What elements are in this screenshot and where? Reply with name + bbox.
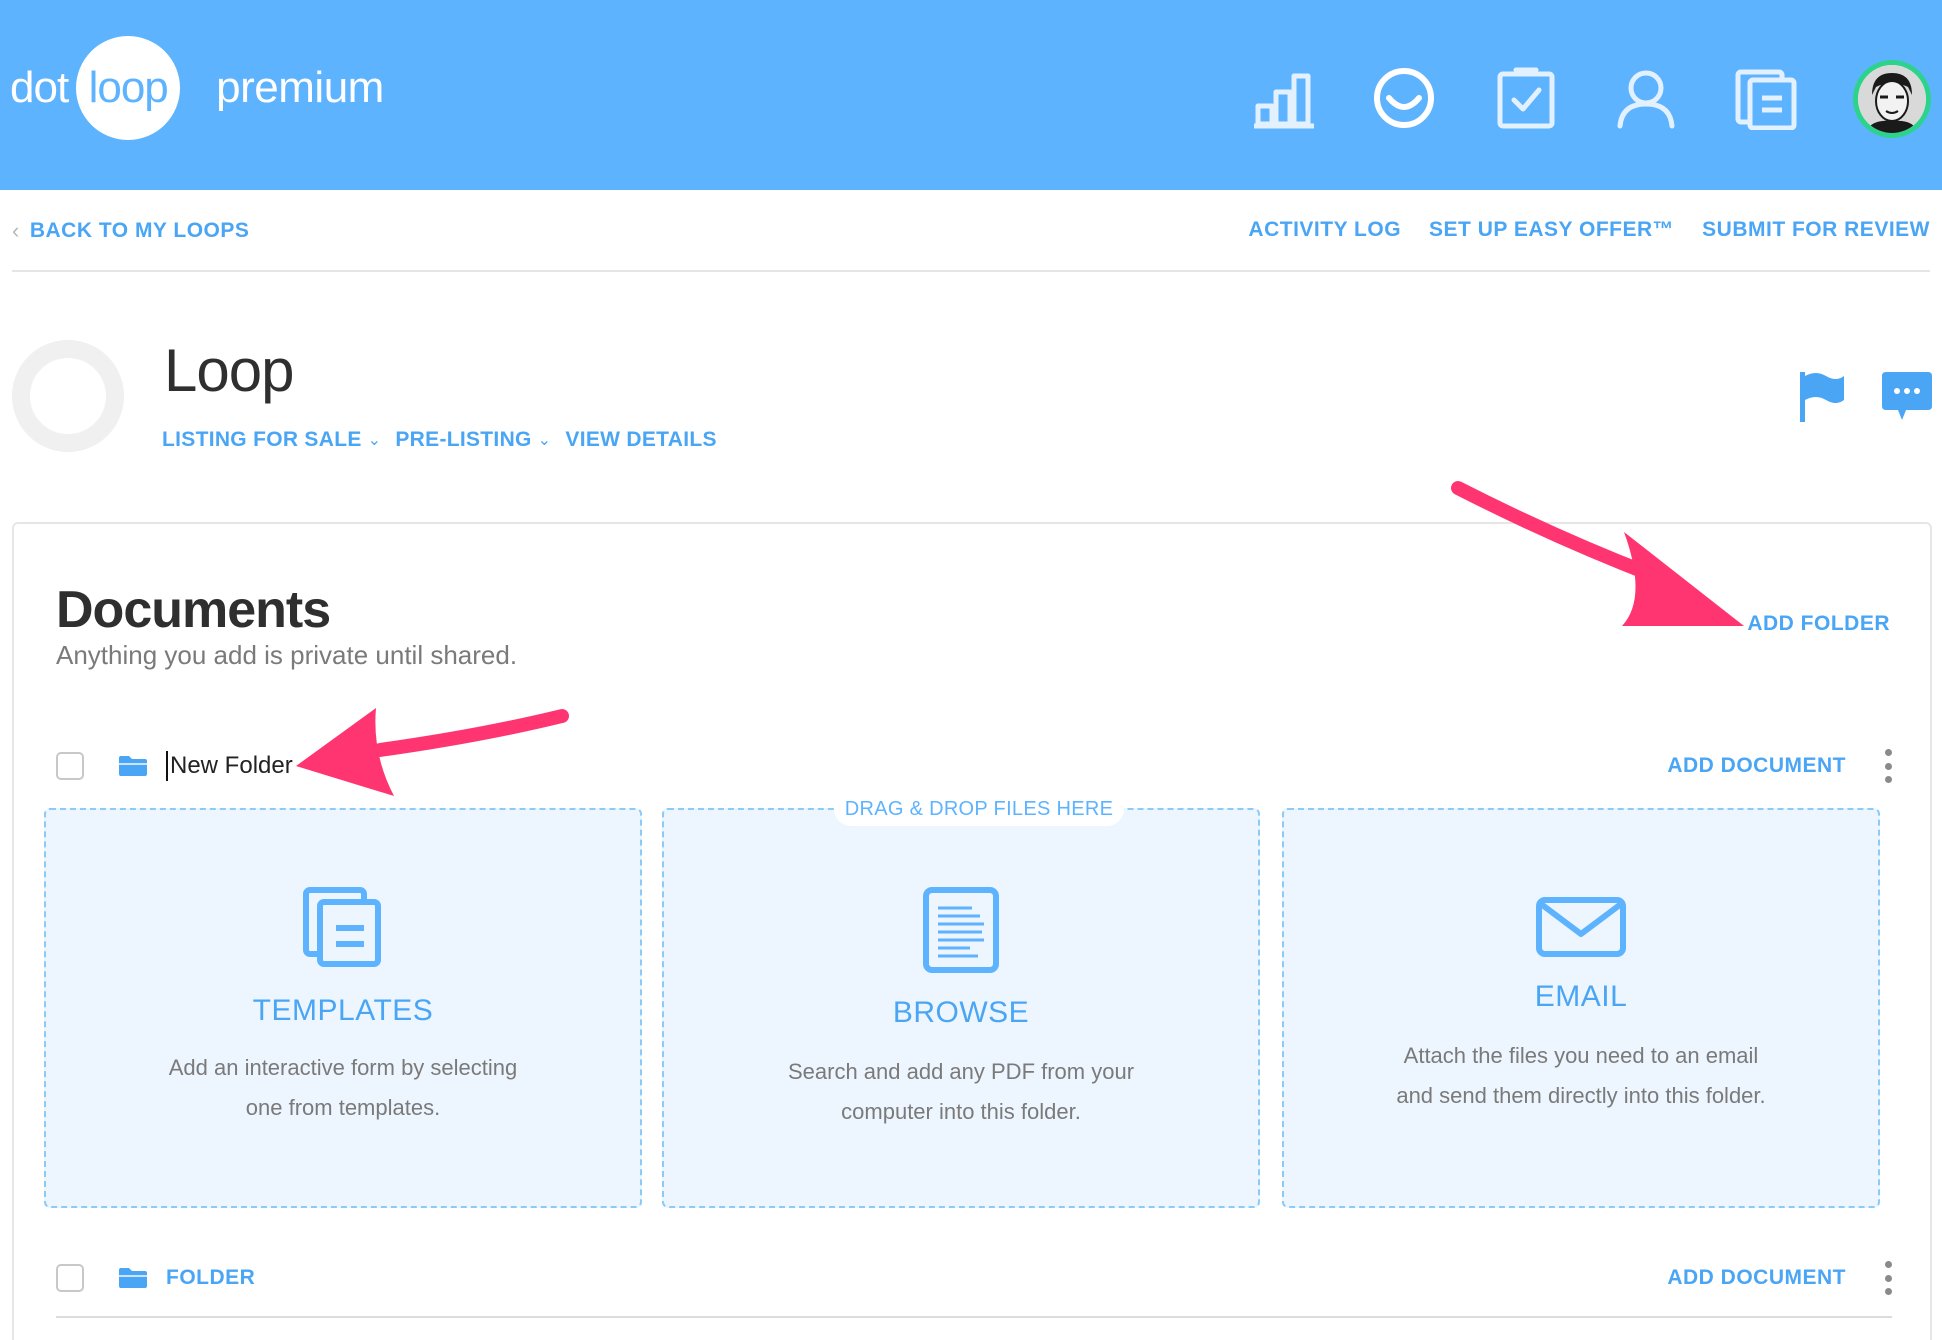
templates-icon — [303, 887, 381, 967]
activity-log-link[interactable]: ACTIVITY LOG — [1248, 218, 1401, 242]
templates-description: Add an interactive form by selecting one… — [86, 1048, 600, 1128]
sub-navigation: ‹ BACK TO MY LOOPS ACTIVITY LOG SET UP E… — [12, 212, 1930, 272]
email-card[interactable]: EMAIL Attach the files you need to an em… — [1282, 808, 1880, 1208]
flag-icon[interactable] — [1796, 368, 1846, 424]
email-desc-line-1: Attach the files you need to an email — [1403, 1043, 1759, 1068]
top-header: dot loop premium — [0, 0, 1942, 190]
user-icon[interactable] — [1614, 66, 1678, 130]
documents-icon[interactable] — [1734, 66, 1798, 131]
browse-card[interactable]: BROWSE Search and add any PDF from your … — [662, 808, 1260, 1208]
pre-listing-dropdown[interactable]: PRE-LISTING ⌄ — [395, 428, 551, 452]
view-details-link[interactable]: VIEW DETAILS — [565, 428, 716, 452]
avatar[interactable] — [1853, 60, 1931, 138]
folder-name-input[interactable]: New Folder — [166, 751, 293, 781]
back-to-loops-link[interactable]: ‹ BACK TO MY LOOPS — [12, 218, 249, 244]
app-root: dot loop premium ‹ BACK TO MY LOOPS ACTI… — [0, 0, 1942, 1340]
loop-status-ring — [12, 340, 124, 452]
add-document-button[interactable]: ADD DOCUMENT — [1667, 754, 1846, 778]
email-desc-line-2: and send them directly into this folder. — [1396, 1083, 1766, 1108]
logo-loop-circle: loop — [76, 36, 181, 140]
templates-desc-line-2: one from templates. — [245, 1095, 441, 1120]
browse-desc-line-1: Search and add any PDF from your — [787, 1059, 1135, 1084]
folder-checkbox[interactable] — [56, 1264, 84, 1292]
folder-name-label[interactable]: FOLDER — [166, 1266, 255, 1290]
email-title: EMAIL — [1534, 980, 1628, 1013]
browse-title: BROWSE — [892, 996, 1030, 1029]
dotloop-logo[interactable]: dot loop premium — [10, 36, 384, 140]
easy-offer-link[interactable]: SET UP EASY OFFER™ — [1429, 218, 1674, 242]
logo-premium-text: premium — [216, 63, 384, 112]
email-description: Attach the files you need to an email an… — [1324, 1036, 1838, 1116]
folder-icon — [119, 1268, 147, 1288]
chevron-down-icon: ⌄ — [367, 432, 382, 449]
view-details-label: VIEW DETAILS — [565, 428, 717, 451]
kebab-menu-icon[interactable] — [1884, 749, 1892, 783]
smile-icon[interactable] — [1372, 66, 1436, 130]
listing-for-sale-label: LISTING FOR SALE — [162, 428, 362, 451]
templates-title: TEMPLATES — [252, 994, 434, 1027]
chevron-down-icon: ⌄ — [537, 432, 552, 449]
folder-row: FOLDER ADD DOCUMENT — [56, 1258, 1892, 1298]
checklist-icon[interactable] — [1494, 66, 1558, 130]
browse-icon — [923, 887, 999, 973]
add-folder-button[interactable]: ADD FOLDER — [1747, 612, 1890, 636]
listing-for-sale-dropdown[interactable]: LISTING FOR SALE ⌄ — [162, 428, 381, 452]
browse-desc-line-2: computer into this folder. — [841, 1099, 1081, 1124]
chat-icon[interactable] — [1880, 370, 1934, 426]
loop-tags: LISTING FOR SALE ⌄ PRE-LISTING ⌄ VIEW DE… — [162, 428, 717, 452]
documents-title: Documents — [56, 581, 331, 639]
logo-loop-text: loop — [88, 63, 169, 112]
email-icon — [1536, 897, 1626, 957]
submit-for-review-link[interactable]: SUBMIT FOR REVIEW — [1702, 218, 1930, 242]
add-document-button[interactable]: ADD DOCUMENT — [1667, 1266, 1846, 1290]
folder-checkbox[interactable] — [56, 752, 84, 780]
pre-listing-label: PRE-LISTING — [395, 428, 532, 451]
folder-icon — [119, 756, 147, 776]
logo-dot-text: dot — [10, 63, 69, 112]
avatar-image — [1858, 65, 1926, 133]
folder-row-actions: ADD DOCUMENT — [1667, 1258, 1892, 1298]
loop-title: Loop — [164, 337, 294, 404]
templates-desc-line-1: Add an interactive form by selecting — [168, 1055, 518, 1080]
templates-card[interactable]: TEMPLATES Add an interactive form by sel… — [44, 808, 642, 1208]
chevron-left-icon: ‹ — [12, 218, 20, 243]
bar-chart-icon[interactable] — [1252, 66, 1316, 130]
drag-drop-hint: DRAG & DROP FILES HERE — [834, 792, 1124, 826]
documents-panel: Documents Anything you add is private un… — [12, 522, 1932, 1340]
browse-description: Search and add any PDF from your compute… — [704, 1052, 1218, 1132]
folder-row-actions: ADD DOCUMENT — [1667, 746, 1892, 786]
subnav-actions: ACTIVITY LOG SET UP EASY OFFER™ SUBMIT F… — [1248, 218, 1930, 242]
folder-row: New Folder ADD DOCUMENT — [56, 746, 1892, 786]
kebab-menu-icon[interactable] — [1884, 1261, 1892, 1295]
folder-divider — [56, 1316, 1892, 1318]
documents-subtitle: Anything you add is private until shared… — [56, 640, 518, 670]
back-to-loops-label: BACK TO MY LOOPS — [29, 219, 250, 242]
